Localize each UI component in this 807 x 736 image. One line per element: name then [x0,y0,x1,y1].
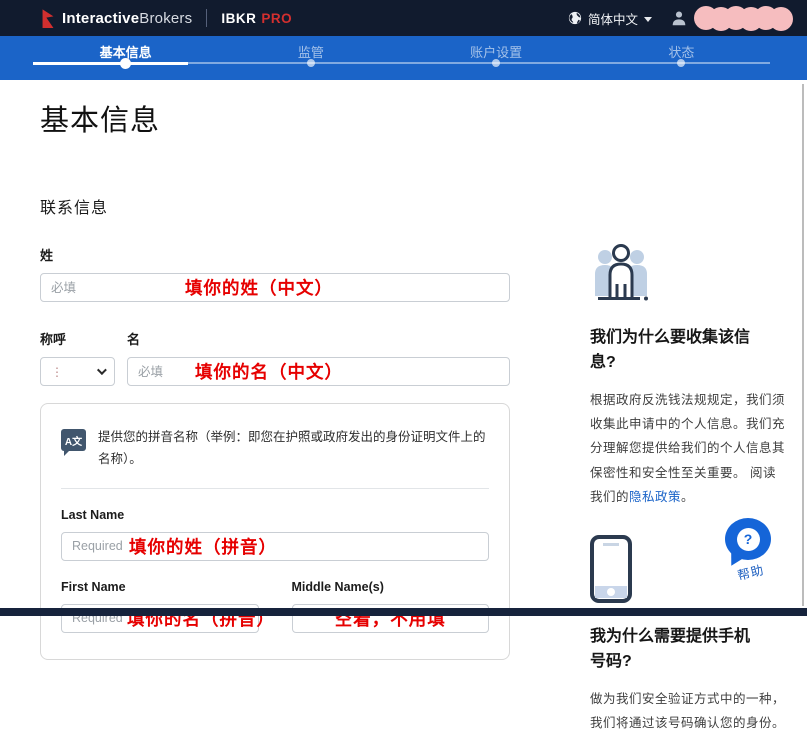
nav-step-basic-info[interactable]: 基本信息 [33,36,218,80]
nav-step-account-config[interactable]: 账户设置 [404,36,589,80]
last-name-cn-input[interactable] [40,273,510,302]
header-divider [206,9,207,27]
first-name-cn-label: 名 [127,329,140,348]
step-dot [307,59,315,67]
help-widget: ? 帮助 [725,518,785,580]
people-group-icon [590,242,652,304]
pinyin-name-box: A文 提供您的拼音名称（举例：即您在护照或政府发出的身份证明文件上的名称）。 L… [40,403,510,660]
step-dot [120,58,131,69]
chevron-down-icon [644,17,652,22]
nav-step-regulatory[interactable]: 监管 [218,36,403,80]
product-label: IBKRPRO [221,11,292,26]
phone-icon [590,535,632,603]
last-name-input[interactable] [61,532,489,561]
question-mark-icon: ? [737,528,760,551]
why-phone-title: 我为什么需要提供手机号码? [590,625,762,675]
privacy-policy-link[interactable]: 隐私政策 [629,490,681,504]
top-bar: InteractiveBrokers IBKRPRO 简体中文 [0,0,807,36]
salutation-label: 称呼 [40,329,127,348]
last-name-cn-label: 姓 [40,245,510,264]
why-collect-text: 根据政府反洗钱法规规定，我们须收集此申请中的个人信息。我们充分理解您提供给我们的… [590,388,788,510]
why-phone-text: 做为我们安全验证方式中的一种，我们将通过该号码确认您的身份。 [590,687,788,736]
step-dot [492,59,500,67]
user-icon [670,9,688,27]
user-menu[interactable] [670,6,793,30]
ib-logo[interactable]: InteractiveBrokers [40,8,192,28]
salutation-select[interactable]: ⋮ [40,357,115,386]
why-collect-title: 我们为什么要收集该信息? [590,326,762,376]
translate-icon: A文 [61,429,86,451]
language-label: 简体中文 [588,9,638,28]
first-name-cn-input[interactable] [127,357,510,386]
last-name-label: Last Name [61,508,489,522]
section-title: 联系信息 [40,194,510,218]
chevron-down-icon [97,365,107,375]
brand-name: InteractiveBrokers [62,10,192,27]
window-edge [802,84,804,606]
bottom-bar [0,608,807,616]
contact-form: 联系信息 姓 填你的姓（中文） 称呼 名 ⋮ 填你的名（中文） [40,139,510,736]
help-button[interactable]: ? [725,518,771,560]
language-selector[interactable]: 简体中文 [568,9,652,28]
step-dot [677,59,685,67]
nav-step-status[interactable]: 状态 [589,36,774,80]
first-name-label: First Name [61,580,259,594]
divider [61,488,489,489]
page-title: 基本信息 [40,97,807,139]
pinyin-note: 提供您的拼音名称（举例：即您在护照或政府发出的身份证明文件上的名称）。 [98,427,489,471]
globe-icon [568,11,582,25]
info-sidebar: 我们为什么要收集该信息? 根据政府反洗钱法规规定，我们须收集此申请中的个人信息。… [590,139,790,736]
redacted-username [694,6,793,30]
progress-nav: 基本信息 监管 账户设置 状态 [0,36,807,80]
middle-name-label: Middle Name(s) [292,580,490,594]
ib-flame-icon [40,8,56,28]
